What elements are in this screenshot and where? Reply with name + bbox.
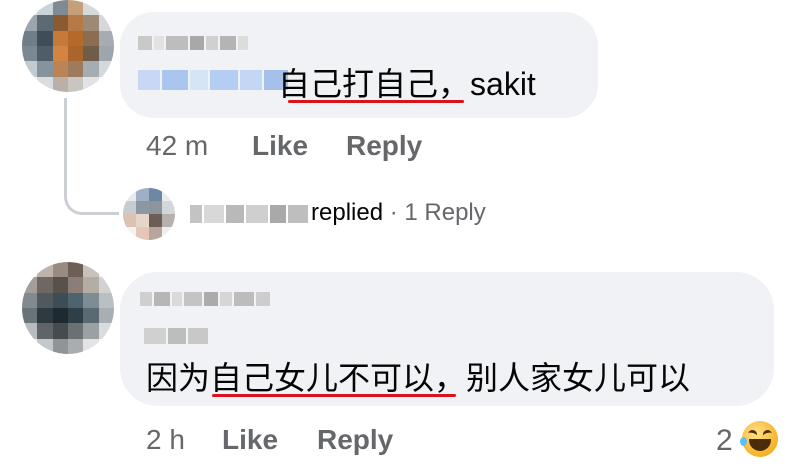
like-button[interactable]: Like (252, 130, 308, 162)
avatar[interactable] (22, 262, 114, 354)
separator-dot: · (389, 199, 398, 226)
avatar[interactable] (22, 0, 114, 92)
reply-button[interactable]: Reply (346, 130, 422, 162)
highlight-underline (212, 394, 456, 397)
comment-text: 因为自己女儿不可以，别人家女儿可以 (146, 360, 690, 396)
reply-button[interactable]: Reply (317, 424, 393, 456)
comment-timestamp[interactable]: 42 m (146, 130, 208, 162)
comment-bubble: 自己打自己，sakit (120, 12, 598, 118)
comment-text: 自己打自己，sakit (278, 66, 536, 102)
laughing-emoji-icon[interactable] (740, 421, 778, 457)
comment-text-c: ，别人家女儿可以 (434, 360, 691, 396)
comment-text-suffix: ，sakit (438, 66, 536, 102)
highlight-underline (288, 100, 464, 103)
reaction-count[interactable]: 2 (716, 424, 733, 458)
comment-text-main: 自己打自己 (278, 66, 439, 102)
reply-count[interactable]: 1 Reply (404, 199, 485, 226)
author-name[interactable] (138, 36, 248, 50)
reply-avatar[interactable] (123, 188, 175, 240)
comment-timestamp[interactable]: 2 h (146, 424, 185, 456)
comment-bubble: 因为自己女儿不可以，别人家女儿可以 (120, 272, 774, 406)
thread-connector (64, 98, 119, 215)
obscured-text (144, 328, 208, 344)
comment-text-b: 自己女儿不可以 (210, 360, 435, 396)
replies-summary[interactable]: replied · 1 Reply (311, 199, 486, 227)
replier-name[interactable] (190, 205, 308, 223)
replied-label: replied (311, 199, 384, 226)
comment-text-a: 因为 (146, 360, 211, 396)
author-name[interactable] (140, 292, 270, 306)
like-button[interactable]: Like (222, 424, 278, 456)
mentioned-user[interactable] (138, 70, 288, 90)
